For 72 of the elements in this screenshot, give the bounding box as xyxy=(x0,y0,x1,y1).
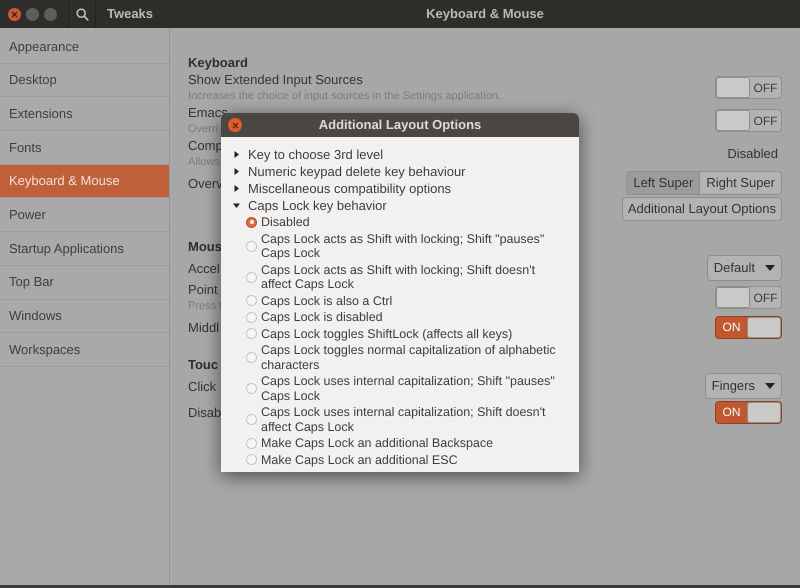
sidebar-item[interactable]: Top Bar xyxy=(0,266,169,300)
toggle-switch[interactable]: OFF xyxy=(715,109,782,132)
tree-item[interactable]: Miscellaneous compatibility options xyxy=(233,180,569,197)
collapsed-arrow-icon[interactable] xyxy=(233,151,240,158)
radio-button[interactable] xyxy=(246,240,257,252)
setting-label: Overv xyxy=(188,174,223,192)
segment-button[interactable]: Left Super xyxy=(626,171,700,195)
radio-button[interactable] xyxy=(246,454,257,466)
caret-icon xyxy=(765,383,775,389)
radio-label: Caps Lock uses internal capitalization; Shift "pauses" Caps Lock xyxy=(261,373,556,404)
maximize-button[interactable] xyxy=(44,8,57,20)
setting-label: Point xyxy=(188,281,219,298)
sidebar-item[interactable]: Extensions xyxy=(0,97,169,132)
dropdown-button[interactable]: Fingers xyxy=(704,373,782,399)
setting-label: Accel xyxy=(188,260,220,276)
sidebar-item[interactable]: Keyboard & Mouse xyxy=(0,164,169,198)
setting-label: Click xyxy=(188,378,216,394)
sidebar-item[interactable]: Desktop xyxy=(0,64,169,98)
setting-label: Middl xyxy=(188,318,220,336)
radio-button[interactable] xyxy=(246,312,257,323)
radio-button[interactable] xyxy=(246,272,257,282)
radio-button[interactable] xyxy=(246,328,257,340)
minimize-button[interactable] xyxy=(26,8,39,20)
tree-item[interactable]: Numeric keypad delete key behaviour xyxy=(233,163,569,180)
window-title: Keyboard & Mouse xyxy=(426,5,544,24)
tree-item[interactable]: Caps Lock key behavior xyxy=(233,197,569,214)
close-icon xyxy=(11,10,18,18)
close-icon xyxy=(232,122,238,128)
expanded-arrow-icon[interactable] xyxy=(233,202,240,209)
close-button[interactable] xyxy=(228,118,242,132)
search-icon xyxy=(76,8,88,20)
radio-button[interactable] xyxy=(246,352,257,363)
radio-label: Make Caps Lock an additional Backspace xyxy=(261,435,494,452)
sidebar-item[interactable]: Windows xyxy=(0,300,169,334)
section-heading: Touc xyxy=(188,356,218,373)
app-title: Tweaks xyxy=(107,5,154,24)
radio-label: Caps Lock toggles normal capitalization of alphabetic characters xyxy=(261,342,557,373)
radio-button[interactable] xyxy=(246,414,257,425)
layout-options-button[interactable]: Additional Layout Options xyxy=(622,197,782,221)
sidebar-item[interactable]: Power xyxy=(0,198,169,232)
setting-value: Disabled xyxy=(727,144,778,163)
segment-button[interactable]: Right Super xyxy=(700,171,782,195)
radio-label: Caps Lock uses internal capitalization; Shift doesn't affect Caps Lock xyxy=(261,404,546,435)
radio-label: Caps Lock acts as Shift with locking; Shift doesn't affect Caps Lock xyxy=(261,262,536,292)
collapsed-arrow-icon[interactable] xyxy=(233,185,240,192)
sidebar-item[interactable]: Startup Applications xyxy=(0,232,169,266)
sidebar-item[interactable]: Appearance xyxy=(0,30,169,64)
sidebar-item[interactable]: Workspaces xyxy=(0,333,169,367)
radio-button[interactable] xyxy=(246,295,257,306)
toggle-switch[interactable]: ON xyxy=(715,316,782,338)
toggle-switch[interactable]: OFF xyxy=(715,76,782,99)
collapsed-arrow-icon[interactable] xyxy=(233,168,240,175)
toggle-switch[interactable]: ON xyxy=(715,400,782,424)
setting-label: Show Extended Input Sources xyxy=(188,71,364,88)
radio-label: Make Caps Lock an additional ESC xyxy=(261,452,459,468)
tree-item[interactable]: Key to choose 3rd level xyxy=(233,146,569,163)
close-button[interactable] xyxy=(8,8,21,20)
radio-label: Caps Lock is disabled xyxy=(261,309,384,326)
caret-icon xyxy=(765,265,775,271)
toggle-switch[interactable]: OFF xyxy=(715,286,782,309)
dropdown-button[interactable]: Default xyxy=(706,255,782,281)
radio-label: Disabled xyxy=(261,214,311,230)
radio-label: Caps Lock toggles ShiftLock (affects all keys) xyxy=(261,326,514,342)
radio-button[interactable] xyxy=(246,383,257,394)
section-heading: Keyboard xyxy=(188,54,248,71)
radio-button[interactable] xyxy=(246,216,257,228)
radio-button[interactable] xyxy=(246,438,257,449)
radio-label: Caps Lock acts as Shift with locking; Shift "pauses" Caps Lock xyxy=(261,230,546,262)
setting-label: Disab xyxy=(188,404,222,420)
section-heading: Mous xyxy=(188,238,222,255)
dialog-title: Additional Layout Options xyxy=(318,116,482,134)
radio-label: Caps Lock is also a Ctrl xyxy=(261,292,394,309)
